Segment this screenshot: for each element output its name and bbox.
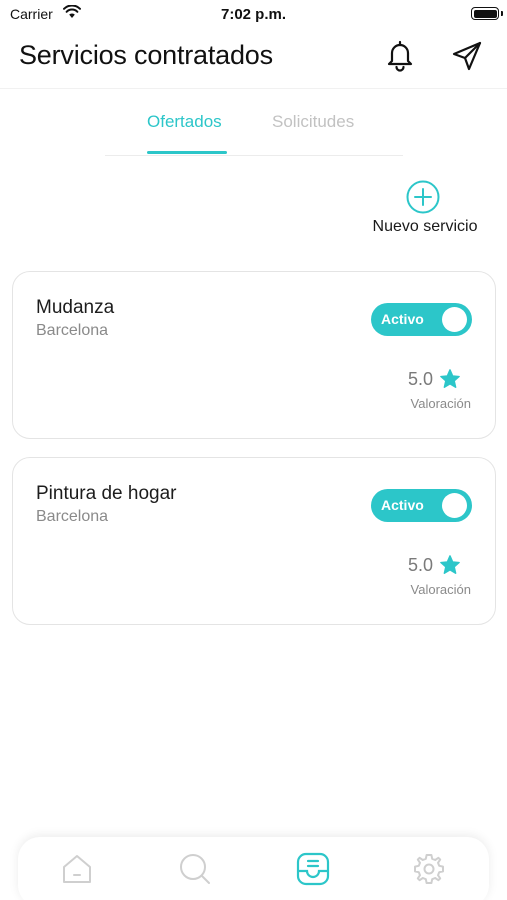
nav-settings-button[interactable] (411, 851, 447, 887)
plus-circle-icon (406, 180, 440, 214)
toggle-knob (442, 307, 467, 332)
service-card[interactable]: Pintura de hogar Barcelona Activo 5.0 Va… (12, 457, 496, 625)
gear-icon (414, 854, 444, 884)
rating: 5.0 (408, 367, 461, 391)
service-title: Mudanza (36, 297, 115, 318)
inbox-icon (296, 852, 330, 886)
active-tab-indicator (147, 151, 227, 154)
paper-plane-icon (452, 41, 482, 71)
search-icon (180, 854, 210, 884)
status-toggle[interactable]: Activo (371, 303, 472, 336)
service-title: Pintura de hogar (36, 483, 177, 504)
status-toggle[interactable]: Activo (371, 489, 472, 522)
status-toggle-label: Activo (381, 497, 424, 513)
clock: 7:02 p.m. (220, 6, 287, 23)
tab-bar: Ofertados Solicitudes (105, 106, 403, 156)
bell-icon (387, 40, 413, 72)
header-divider (0, 88, 507, 89)
tab-ofertados[interactable]: Ofertados (147, 112, 222, 132)
star-icon (440, 555, 460, 574)
service-card[interactable]: Mudanza Barcelona Activo 5.0 Valoración (12, 271, 496, 439)
rating-value: 5.0 (407, 554, 433, 575)
header: Servicios contratados (0, 36, 507, 86)
star-icon (440, 369, 460, 388)
nav-inbox-button[interactable] (295, 851, 331, 887)
status-toggle-label: Activo (381, 311, 424, 327)
bottom-nav (18, 837, 489, 900)
rating-value: 5.0 (407, 368, 433, 389)
nav-search-button[interactable] (177, 851, 213, 887)
new-service-button[interactable]: Nuevo servicio (360, 178, 490, 240)
rating: 5.0 (408, 553, 461, 577)
status-bar: Carrier 7:02 p.m. (0, 0, 507, 28)
messages-button[interactable] (450, 39, 484, 73)
nav-home-button[interactable] (59, 851, 95, 887)
new-service-label: Nuevo servicio (372, 218, 478, 235)
service-location: Barcelona (36, 508, 109, 525)
battery-tip (501, 11, 503, 16)
service-location: Barcelona (36, 322, 109, 339)
battery-icon (471, 7, 499, 20)
notifications-button[interactable] (384, 39, 416, 73)
rating-caption: Valoración (410, 582, 471, 597)
page-title: Servicios contratados (19, 40, 273, 70)
tab-solicitudes[interactable]: Solicitudes (272, 112, 354, 132)
home-icon (63, 855, 91, 883)
toggle-knob (442, 493, 467, 518)
rating-caption: Valoración (410, 396, 471, 411)
